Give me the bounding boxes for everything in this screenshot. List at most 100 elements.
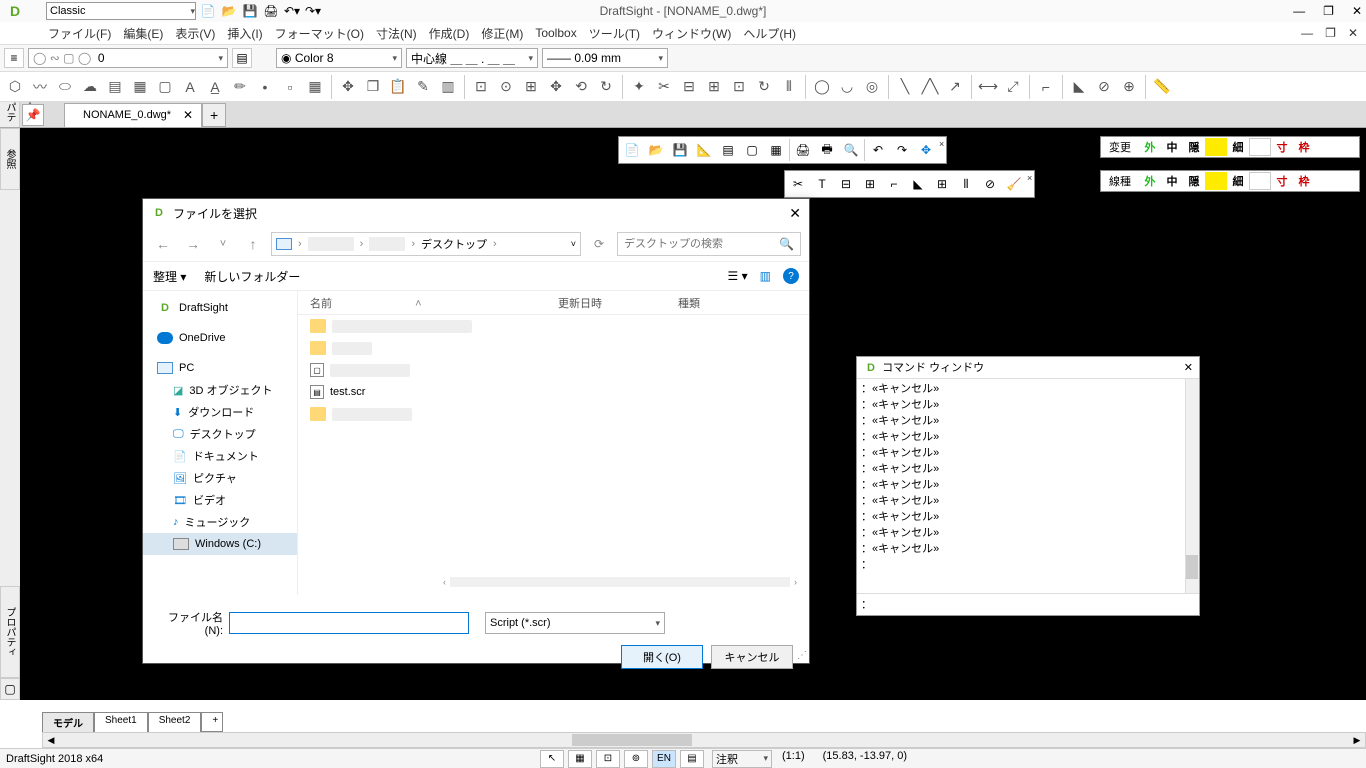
layer-btn[interactable]: 隠 — [1183, 138, 1205, 156]
new-icon[interactable]: 📄 — [199, 2, 217, 20]
layer-properties-icon[interactable]: ▤ — [232, 48, 252, 68]
model-tab[interactable]: モデル — [42, 712, 94, 732]
measure-icon[interactable]: 📐 — [693, 139, 715, 161]
trim-icon[interactable]: ✂ — [653, 76, 675, 98]
pin-icon[interactable]: 📌 — [22, 104, 44, 126]
menu-toolbox[interactable]: Toolbox — [535, 26, 576, 40]
region-icon[interactable]: ▢ — [154, 76, 176, 98]
dialog-titlebar[interactable]: Dファイルを選択 ✕ — [143, 199, 809, 227]
command-input[interactable]: ： — [857, 593, 1199, 613]
layer-btn[interactable]: 中 — [1161, 172, 1183, 190]
layer-btn[interactable]: 細 — [1227, 138, 1249, 156]
menu-draw[interactable]: 作成(D) — [429, 25, 470, 42]
menu-insert[interactable]: 挿入(I) — [227, 25, 262, 42]
dialog-close-button[interactable]: ✕ — [789, 205, 801, 222]
open-icon[interactable]: 📂 — [220, 2, 238, 20]
polygon-icon[interactable]: ⬡ — [4, 76, 26, 98]
osnap-icon[interactable]: ▤ — [680, 750, 704, 768]
properties-panel-tab[interactable]: プロパティ — [0, 102, 20, 127]
sheet-tab[interactable]: Sheet2 — [148, 712, 202, 732]
toolbar-close-icon[interactable]: × — [939, 139, 944, 161]
break-icon[interactable]: ⊘ — [979, 173, 1001, 195]
layer-btn[interactable]: 寸 — [1271, 138, 1293, 156]
annotation-scale-select[interactable]: 注釈▾ — [712, 750, 772, 768]
ortho-icon[interactable]: ⊚ — [624, 750, 648, 768]
scale-icon[interactable]: ⊡ — [728, 76, 750, 98]
menu-dimension[interactable]: 寸法(N) — [376, 25, 417, 42]
xline-icon[interactable]: ↗ — [944, 76, 966, 98]
pin-icon-2[interactable]: ▢ — [0, 678, 20, 700]
layer-manager-icon[interactable]: ≡ — [4, 48, 24, 68]
measure-icon[interactable]: 📏 — [1151, 76, 1173, 98]
grid-icon[interactable]: ▦ — [568, 750, 592, 768]
tab-close-icon[interactable]: ✕ — [183, 108, 193, 122]
pan-icon[interactable]: ✥ — [545, 76, 567, 98]
tree-item[interactable]: OneDrive — [143, 327, 297, 349]
search-input[interactable] — [624, 238, 777, 250]
fillet-icon[interactable]: ⌐ — [1035, 76, 1057, 98]
layer-btn[interactable]: 外 — [1139, 138, 1161, 156]
layer-select[interactable]: ◯ ∾ ▢ ◯ 0 ▾ — [28, 48, 228, 68]
break-icon[interactable]: ⊘ — [1093, 76, 1115, 98]
paste-icon[interactable]: 📋 — [387, 76, 409, 98]
close-button[interactable]: ✕ — [1352, 4, 1362, 18]
tree-item[interactable]: ◪3D オブジェクト — [143, 379, 297, 401]
color-select[interactable]: ◉ Color 8▾ — [276, 48, 402, 68]
maximize-button[interactable]: ❐ — [1323, 4, 1334, 18]
fillet-icon[interactable]: ⌐ — [883, 173, 905, 195]
address-bar[interactable]: › › › デスクトップ › ˅ — [271, 232, 581, 256]
floating-toolbar-2[interactable]: ✂ T ⊟ ⊞ ⌐ ◣ ⊞ ⫴ ⊘ 🧹 × — [784, 170, 1035, 198]
layer-btn[interactable]: 中 — [1161, 138, 1183, 156]
file-list[interactable]: 名前 ˄ 更新日時 種類 ▢ ▤test.scr ‹ › — [298, 291, 809, 595]
stretch-icon[interactable]: ⊞ — [703, 76, 725, 98]
workspace-select[interactable]: Classic▾ — [46, 2, 196, 20]
layer-panel-2[interactable]: 線種 外 中 隠 細 寸 枠 — [1100, 170, 1360, 192]
menu-help[interactable]: ヘルプ(H) — [743, 25, 796, 42]
list-row[interactable] — [298, 337, 809, 359]
window-icon[interactable]: ▢ — [741, 139, 763, 161]
list-row[interactable] — [298, 403, 809, 425]
folder-tree[interactable]: DDraftSight OneDrive PC ◪3D オブジェクト ⬇ダウンロ… — [143, 291, 298, 595]
trim-icon[interactable]: T — [811, 173, 833, 195]
text-icon[interactable]: A — [179, 76, 201, 98]
stretch-icon[interactable]: ⊞ — [859, 173, 881, 195]
reference-panel-tab[interactable]: 参照 — [0, 128, 20, 190]
dimension-aligned-icon[interactable]: ⤢ — [1002, 76, 1024, 98]
command-window[interactable]: D コマンド ウィンドウ ✕ ：«キャンセル» ：«キャンセル» ：«キャンセル… — [856, 356, 1200, 616]
redo-icon[interactable]: ↷ — [891, 139, 913, 161]
regen-icon[interactable]: ↻ — [595, 76, 617, 98]
layer-btn[interactable] — [1249, 172, 1271, 190]
layer-icon[interactable]: ▤ — [717, 139, 739, 161]
tile-icon[interactable]: ▦ — [765, 139, 787, 161]
scrollbar[interactable] — [1185, 379, 1199, 593]
layer-btn[interactable]: 枠 — [1293, 138, 1315, 156]
undo-icon[interactable]: ↶▾ — [283, 2, 301, 20]
move-icon[interactable]: ✥ — [337, 76, 359, 98]
polyline-icon[interactable]: ╱╲ — [919, 76, 941, 98]
layer-btn[interactable] — [1205, 138, 1227, 156]
menu-window[interactable]: ウィンドウ(W) — [652, 25, 731, 42]
save-icon[interactable]: 💾 — [669, 139, 691, 161]
save-icon[interactable]: 💾 — [241, 2, 259, 20]
block-icon[interactable]: ▫ — [279, 76, 301, 98]
search-box[interactable]: 🔍 — [617, 232, 801, 256]
menu-view[interactable]: 表示(V) — [175, 25, 215, 42]
arc-icon[interactable]: ◡ — [836, 76, 858, 98]
properties-panel-tab-2[interactable]: プロパティ — [0, 586, 20, 678]
spline-icon[interactable]: 〰 — [29, 76, 51, 98]
ellipse-icon[interactable]: ⬭ — [54, 76, 76, 98]
explode-icon[interactable]: ✦ — [628, 76, 650, 98]
layer-btn[interactable] — [1249, 138, 1271, 156]
new-icon[interactable]: 📄 — [621, 139, 643, 161]
find-icon[interactable]: 🔍 — [840, 139, 862, 161]
search-icon[interactable]: 🔍 — [779, 237, 794, 251]
wipeout-icon[interactable]: ✏ — [229, 76, 251, 98]
zoom-extents-icon[interactable]: ⊞ — [520, 76, 542, 98]
join-icon[interactable]: ⊕ — [1118, 76, 1140, 98]
print-icon[interactable]: 🖨 — [262, 2, 280, 20]
redo-icon[interactable]: ↷▾ — [304, 2, 322, 20]
layer-panel-1[interactable]: 変更 外 中 隠 細 寸 枠 — [1100, 136, 1360, 158]
list-row[interactable]: ▤test.scr — [298, 381, 809, 403]
zoom-dynamic-icon[interactable]: ⊙ — [495, 76, 517, 98]
erase-icon[interactable]: 🧹 — [1003, 173, 1025, 195]
